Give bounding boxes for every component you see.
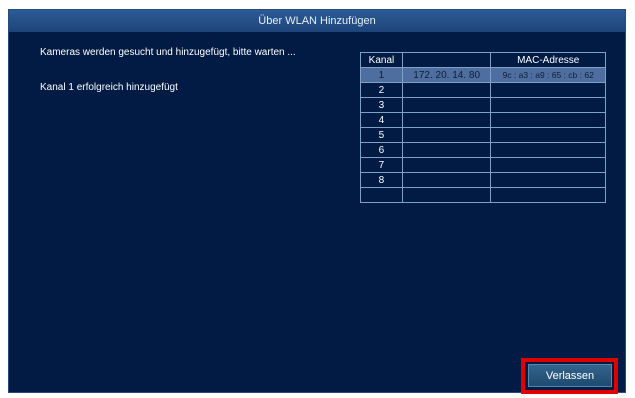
table-row[interactable] <box>360 187 606 203</box>
cell-ip <box>401 82 492 98</box>
cell-channel: 8 <box>360 172 403 188</box>
cell-mac <box>490 127 606 143</box>
cell-mac: 9c : a3 : a9 : 65 : cb : 62 <box>490 67 606 83</box>
header-mac: MAC-Adresse <box>490 52 606 68</box>
cell-mac <box>490 187 606 203</box>
add-via-wlan-dialog: Über WLAN Hinzufügen Kameras werden gesu… <box>8 9 626 393</box>
cell-mac <box>490 142 606 158</box>
table-row[interactable]: 8 <box>360 172 606 188</box>
cell-ip <box>401 112 492 128</box>
cell-ip: 172. 20. 14. 80 <box>401 67 492 83</box>
cell-ip <box>401 97 492 113</box>
table-header-row: Kanal MAC-Adresse <box>360 52 606 68</box>
table-row[interactable]: 3 <box>360 97 606 113</box>
cell-channel: 2 <box>360 82 403 98</box>
header-ip <box>401 52 492 68</box>
device-table: Kanal MAC-Adresse 1 172. 20. 14. 80 9c :… <box>360 52 606 203</box>
cell-ip <box>401 157 492 173</box>
cell-mac <box>490 112 606 128</box>
cell-channel: 4 <box>360 112 403 128</box>
table-row[interactable]: 5 <box>360 127 606 143</box>
cell-channel: 1 <box>360 67 403 83</box>
cell-channel: 6 <box>360 142 403 158</box>
cell-mac <box>490 97 606 113</box>
dialog-title: Über WLAN Hinzufügen <box>9 10 625 32</box>
table-row[interactable]: 6 <box>360 142 606 158</box>
cell-mac <box>490 157 606 173</box>
cell-ip <box>401 172 492 188</box>
table-row[interactable]: 1 172. 20. 14. 80 9c : a3 : a9 : 65 : cb… <box>360 67 606 83</box>
cell-ip <box>401 187 492 203</box>
table-row[interactable]: 7 <box>360 157 606 173</box>
table-row[interactable]: 4 <box>360 112 606 128</box>
cell-mac <box>490 82 606 98</box>
cell-channel <box>360 187 403 203</box>
cell-channel: 3 <box>360 97 403 113</box>
status-searching-text: Kameras werden gesucht und hinzugefügt, … <box>40 47 296 58</box>
header-channel: Kanal <box>360 52 403 68</box>
table-row[interactable]: 2 <box>360 82 606 98</box>
cell-channel: 7 <box>360 157 403 173</box>
status-added-text: Kanal 1 erfolgreich hinzugefügt <box>40 82 178 93</box>
exit-button[interactable]: Verlassen <box>528 364 612 387</box>
cell-ip <box>401 142 492 158</box>
cell-channel: 5 <box>360 127 403 143</box>
cell-mac <box>490 172 606 188</box>
cell-ip <box>401 127 492 143</box>
